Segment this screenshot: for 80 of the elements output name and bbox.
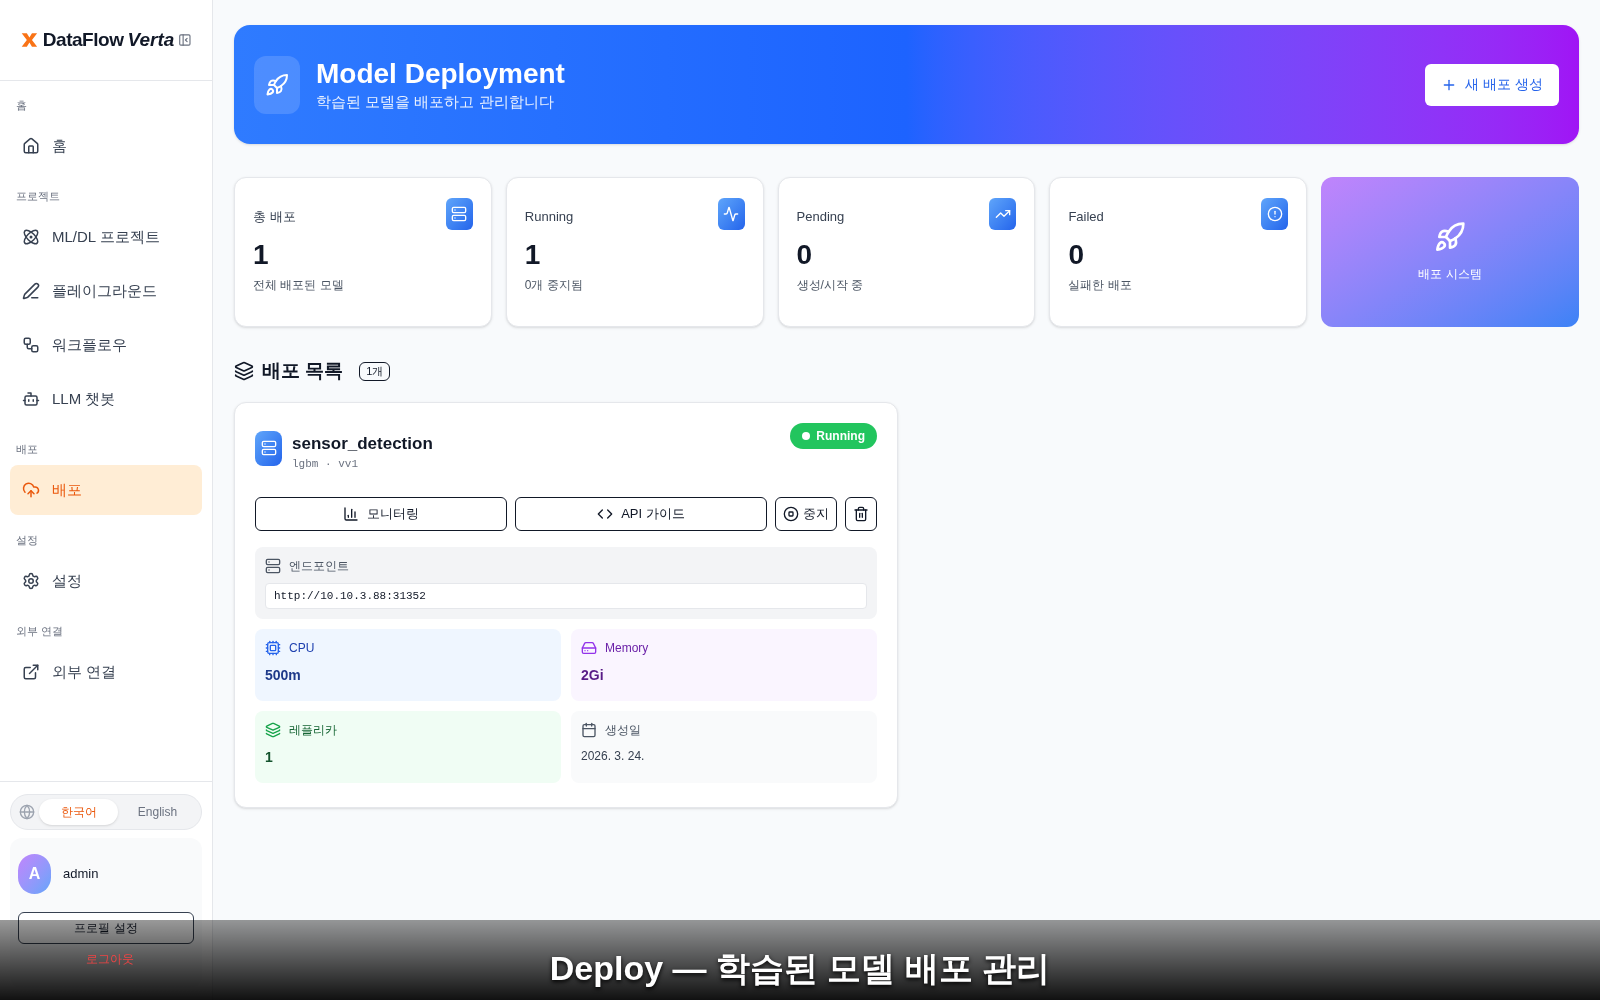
- rocket-icon: [1434, 221, 1467, 253]
- page-subtitle: 학습된 모델을 배포하고 관리합니다: [316, 91, 555, 112]
- flow-icon: [22, 336, 40, 354]
- calendar-icon: [581, 722, 597, 738]
- status-badge: Running: [790, 422, 877, 449]
- stat-note: 전체 배포된 모델: [253, 277, 345, 294]
- count-badge: 1개: [359, 362, 391, 381]
- nav-item[interactable]: 홈: [10, 121, 202, 171]
- stat-label: Running: [524, 208, 574, 226]
- nav-section-label: 홈: [15, 98, 28, 113]
- system-label: 배포 시스템: [1418, 266, 1482, 283]
- memory-value: 2Gi: [581, 666, 605, 685]
- deployment-meta: lgbm · vv1: [292, 457, 359, 472]
- deployment-name: sensor_detection: [292, 432, 433, 455]
- section-title: 배포 목록: [262, 359, 344, 383]
- cpu-icon: [265, 640, 281, 656]
- nav-section-label: 설정: [15, 533, 39, 548]
- nav-item[interactable]: 워크플로우: [10, 320, 202, 370]
- user-avatar: A: [18, 854, 51, 894]
- layers-icon: [265, 722, 281, 738]
- nav-item[interactable]: 설정: [10, 556, 202, 606]
- page-title: Model Deployment: [316, 56, 565, 91]
- monitoring-button[interactable]: 모니터링: [255, 496, 507, 531]
- bot-icon: [22, 390, 40, 408]
- settings-icon: [22, 572, 40, 590]
- replicas-value: 1: [265, 748, 274, 767]
- nav-item[interactable]: 외부 연결: [10, 647, 202, 697]
- nav-item[interactable]: LLM 챗봇: [10, 374, 202, 424]
- stat-label: Pending: [796, 208, 845, 226]
- chart-icon: [343, 505, 359, 522]
- layers-icon: [234, 361, 254, 382]
- stat-value: 1: [524, 238, 542, 272]
- stop-button[interactable]: 중지: [775, 496, 837, 531]
- nav-item[interactable]: 플레이그라운드: [10, 266, 202, 316]
- atom-icon: [22, 228, 40, 246]
- stat-note: 0개 중지됨: [524, 277, 584, 294]
- new-deployment-button[interactable]: 새 배포 생성: [1425, 63, 1559, 106]
- cpu-value: 500m: [265, 666, 302, 685]
- language-option[interactable]: 한국어: [39, 799, 118, 825]
- profile-settings-button[interactable]: 프로필 설정: [18, 912, 194, 944]
- trash-icon: [853, 505, 869, 522]
- brand-accent: Verta: [127, 27, 175, 52]
- stat-value: 1: [253, 238, 270, 272]
- replicas-label: 레플리카: [289, 722, 337, 739]
- memory-label: Memory: [605, 640, 649, 657]
- server-icon: [265, 557, 281, 574]
- external-link-icon: [22, 663, 40, 681]
- stat-label: Failed: [1068, 208, 1104, 226]
- drive-icon: [581, 640, 597, 656]
- endpoint-field[interactable]: http://10.10.3.88:31352: [265, 582, 867, 609]
- user-name: admin: [63, 865, 99, 884]
- rocket-icon: [265, 72, 289, 97]
- collapse-icon[interactable]: [178, 32, 192, 48]
- nav-item[interactable]: ML/DL 프로젝트: [10, 212, 202, 262]
- nav-section-label: 프로젝트: [15, 189, 61, 204]
- stat-value: 0: [796, 238, 814, 272]
- activity-icon: [723, 206, 740, 222]
- home-icon: [22, 137, 40, 155]
- cloud-upload-icon: [22, 481, 40, 499]
- language-option[interactable]: English: [118, 799, 197, 825]
- cpu-label: CPU: [289, 640, 315, 657]
- delete-button[interactable]: [845, 496, 877, 531]
- globe-icon: [19, 804, 35, 820]
- caption-text: Deploy — 학습된 모델 배포 관리: [549, 947, 1051, 989]
- stat-note: 실패한 배포: [1068, 277, 1133, 294]
- endpoint-label: 엔드포인트: [289, 557, 349, 575]
- api-guide-button[interactable]: API 가이드: [515, 496, 767, 531]
- created-value: 2026. 3. 24.: [581, 748, 646, 765]
- stop-icon: [783, 505, 799, 522]
- created-label: 생성일: [605, 722, 641, 739]
- stat-label: 총 배포: [253, 208, 296, 226]
- server-icon: [260, 440, 277, 456]
- nav-section-label: 배포: [15, 442, 39, 457]
- pen-icon: [22, 282, 40, 300]
- server-icon: [451, 206, 468, 222]
- nav-section-label: 외부 연결: [15, 624, 65, 639]
- stat-value: 0: [1068, 238, 1085, 272]
- stat-note: 생성/시작 중: [796, 277, 865, 294]
- brand-name: DataFlow: [42, 27, 124, 52]
- alert-icon: [1266, 206, 1283, 222]
